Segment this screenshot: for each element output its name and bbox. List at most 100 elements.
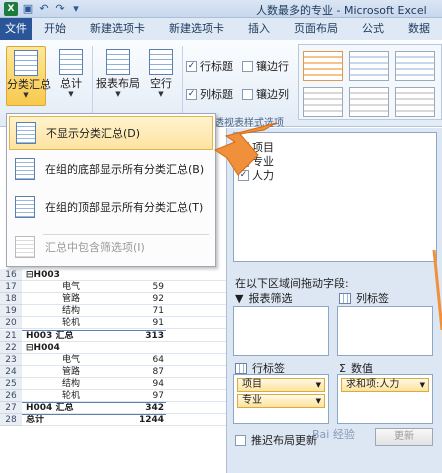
- row-header[interactable]: 27: [0, 402, 22, 415]
- chip-label: 专业: [242, 395, 262, 406]
- menu-item-top-subtotals[interactable]: 在组的顶部显示所有分类汇总(T): [9, 190, 213, 224]
- style-swatch[interactable]: [395, 51, 435, 81]
- row-header[interactable]: 26: [0, 390, 22, 402]
- checkbox-checked-icon[interactable]: ✓: [238, 155, 249, 167]
- cell-value[interactable]: 91: [120, 317, 164, 329]
- column-labels-zone[interactable]: [337, 306, 433, 356]
- chevron-down-icon[interactable]: ▼: [316, 379, 321, 391]
- cell-sub-label[interactable]: 结构: [62, 305, 80, 317]
- subtotal-border: [22, 414, 166, 416]
- blank-rows-button[interactable]: 空行 ▼: [142, 46, 180, 106]
- report-filter-label: 报表筛选: [248, 292, 293, 305]
- tab-page-layout[interactable]: 页面布局: [282, 18, 350, 40]
- tab-formulas[interactable]: 公式: [350, 18, 396, 40]
- excel-app-icon[interactable]: X: [4, 2, 18, 16]
- cell-label[interactable]: 总计: [26, 414, 44, 426]
- pivot-style-gallery[interactable]: [298, 44, 442, 120]
- row-header[interactable]: 20: [0, 317, 22, 330]
- style-swatch[interactable]: [349, 51, 389, 81]
- values-zone[interactable]: 求和项:人力 ▼: [337, 374, 433, 424]
- cell-sub-label[interactable]: 电气: [62, 281, 80, 293]
- style-swatch[interactable]: [303, 51, 343, 81]
- row-header[interactable]: 22: [0, 341, 22, 354]
- cell-value[interactable]: 313: [120, 330, 164, 342]
- cell-label[interactable]: ⊟H004: [26, 342, 60, 354]
- banded-cols-option[interactable]: 镶边列: [242, 86, 289, 102]
- cell-value[interactable]: 92: [120, 293, 164, 305]
- save-icon[interactable]: ▣: [22, 3, 34, 15]
- checkbox-checked-icon[interactable]: ✓: [186, 88, 197, 100]
- tab-insert[interactable]: 插入: [236, 18, 282, 40]
- row-header[interactable]: 25: [0, 377, 22, 390]
- row-field-chip[interactable]: 项目 ▼: [237, 378, 325, 392]
- cell-value[interactable]: 71: [120, 305, 164, 317]
- style-options-group-label: 透视表样式选项: [214, 118, 284, 129]
- tab-new-2[interactable]: 新建选项卡: [157, 18, 236, 40]
- row-header[interactable]: 16: [0, 269, 22, 281]
- defer-update-label: 推迟布局更新: [251, 434, 317, 447]
- tab-data[interactable]: 数据: [396, 18, 442, 40]
- filter-icon: ▼: [235, 291, 244, 305]
- cell-label[interactable]: ⊟H003: [26, 269, 60, 281]
- style-swatch[interactable]: [349, 87, 389, 117]
- report-filter-zone[interactable]: [233, 306, 329, 356]
- update-button[interactable]: 更新: [375, 428, 433, 446]
- cell-value[interactable]: 87: [120, 366, 164, 378]
- chevron-down-icon: ▼: [68, 90, 74, 98]
- cell-sub-label[interactable]: 结构: [62, 378, 80, 390]
- row-field-chip[interactable]: 专业 ▼: [237, 394, 325, 408]
- row-header[interactable]: 19: [0, 305, 22, 318]
- cell-sub-label[interactable]: 管路: [62, 293, 80, 305]
- redo-icon[interactable]: ↷: [54, 3, 66, 15]
- row-header[interactable]: 18: [0, 293, 22, 306]
- defer-update-option[interactable]: 推迟布局更新: [235, 432, 317, 448]
- row-labels-zone[interactable]: 项目 ▼ 专业 ▼: [233, 374, 329, 424]
- undo-icon[interactable]: ↶: [38, 3, 50, 15]
- cell-sub-label[interactable]: 轮机: [62, 317, 80, 329]
- row-header[interactable]: 23: [0, 353, 22, 366]
- separator: [182, 46, 183, 116]
- cell-value[interactable]: 94: [120, 378, 164, 390]
- cell-sub-label[interactable]: 轮机: [62, 390, 80, 402]
- row-header[interactable]: 24: [0, 365, 22, 378]
- customize-dropdown-icon[interactable]: ▾: [70, 3, 82, 15]
- checkbox-checked-icon[interactable]: ✓: [186, 60, 197, 72]
- col-headers-option[interactable]: ✓ 列标题: [186, 86, 233, 102]
- tab-home[interactable]: 开始: [32, 18, 78, 40]
- cell-value[interactable]: [120, 342, 164, 354]
- menu-item-no-subtotals[interactable]: 不显示分类汇总(D): [9, 116, 213, 150]
- pivot-field-list-pane: ✓ 项目 ✓ 专业 ✓ 人力 在以下区域间拖动字段: ▼ 报表筛选 列标签 行标…: [226, 128, 442, 473]
- row-header[interactable]: 28: [0, 414, 22, 427]
- cell-label[interactable]: H003 汇总: [26, 330, 73, 342]
- style-swatch[interactable]: [395, 87, 435, 117]
- subtotal-button[interactable]: 分类汇总 ▼: [6, 46, 51, 106]
- row-headers-option[interactable]: ✓ 行标题: [186, 58, 233, 74]
- cell-value[interactable]: 59: [120, 281, 164, 293]
- report-layout-button[interactable]: 报表布局 ▼: [96, 46, 140, 106]
- cell-sub-label[interactable]: 管路: [62, 366, 80, 378]
- field-item-manpower[interactable]: ✓ 人力: [238, 167, 274, 183]
- cell-value[interactable]: [120, 269, 164, 281]
- value-field-chip[interactable]: 求和项:人力 ▼: [341, 378, 429, 392]
- row-header[interactable]: 21: [0, 329, 22, 342]
- cell-sub-label[interactable]: 电气: [62, 354, 80, 366]
- checkbox-checked-icon[interactable]: ✓: [238, 141, 249, 153]
- cell-value[interactable]: 97: [120, 390, 164, 402]
- menu-item-bottom-subtotals[interactable]: 在组的底部显示所有分类汇总(B): [9, 152, 213, 186]
- checkbox-unchecked-icon[interactable]: [242, 88, 253, 100]
- cell-value[interactable]: 342: [120, 402, 164, 414]
- tab-new-1[interactable]: 新建选项卡: [78, 18, 157, 40]
- cell-label[interactable]: H004 汇总: [26, 402, 73, 414]
- tab-file[interactable]: 文件: [0, 18, 32, 40]
- style-swatch[interactable]: [303, 87, 343, 117]
- chevron-down-icon[interactable]: ▼: [420, 379, 425, 391]
- row-header[interactable]: 17: [0, 281, 22, 294]
- checkbox-unchecked-icon[interactable]: [242, 60, 253, 72]
- grand-total-button[interactable]: 总计 ▼: [52, 46, 90, 106]
- cell-value[interactable]: 64: [120, 354, 164, 366]
- banded-rows-option[interactable]: 镶边行: [242, 58, 289, 74]
- checkbox-checked-icon[interactable]: ✓: [238, 169, 249, 181]
- checkbox-unchecked-icon[interactable]: [235, 434, 246, 446]
- cell-value[interactable]: 1244: [120, 414, 164, 426]
- chevron-down-icon[interactable]: ▼: [316, 395, 321, 407]
